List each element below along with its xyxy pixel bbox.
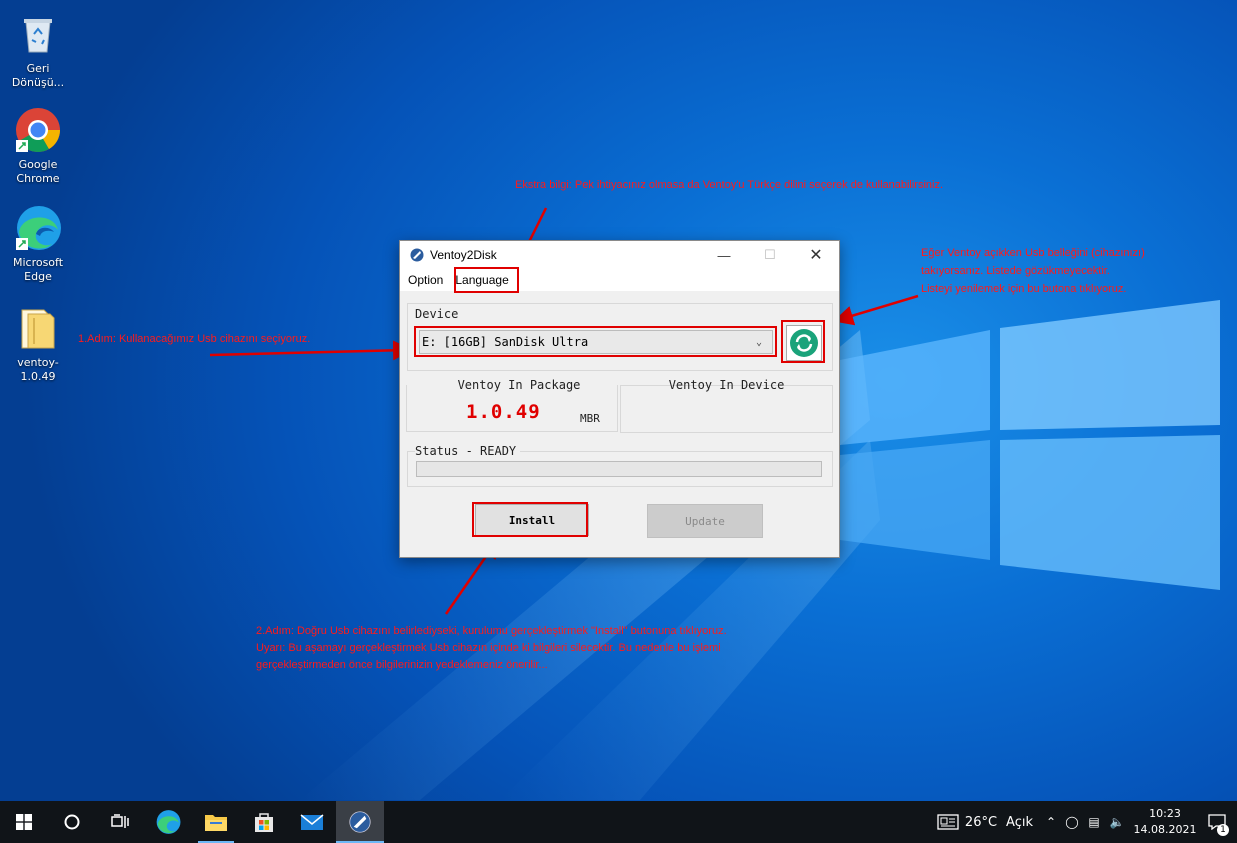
taskbar-edge[interactable]: [144, 801, 192, 843]
taskbar-file-explorer[interactable]: [192, 801, 240, 843]
desktop-icon-label: Geri Dönüşü...: [11, 62, 65, 89]
chrome-icon: [14, 106, 62, 154]
window-titlebar[interactable]: Ventoy2Disk — ☐ ✕: [400, 241, 839, 269]
taskbar-store[interactable]: [240, 801, 288, 843]
status-label: Status - READY: [415, 444, 521, 458]
desktop-icon-label: Google Chrome: [16, 158, 60, 185]
annotation-bottom-line-2: Uyarı: Bu aşamayı gerçekleştirmek Usb ci…: [256, 642, 721, 654]
annotation-top: Ekstra bilgi: Pek ihtiyacınız olmasa da …: [515, 179, 944, 191]
ventoy-package-style: MBR: [580, 412, 600, 425]
ventoy-app-icon: [410, 248, 424, 262]
ventoy-device-group: [620, 385, 833, 433]
ventoy-device-label: Ventoy In Device: [668, 378, 785, 392]
highlight-device: [414, 326, 777, 357]
weather-text: Açık: [1006, 814, 1033, 830]
desktop-icon-label: ventoy-1.0.49: [17, 356, 59, 383]
show-hidden-icons[interactable]: ⌃: [1041, 815, 1061, 829]
windows-logo-wallpaper: [840, 300, 1220, 590]
ventoy-package-version: 1.0.49: [466, 401, 541, 423]
taskbar-ventoy[interactable]: [336, 801, 384, 843]
notification-badge: 1: [1217, 824, 1229, 836]
highlight-refresh: [781, 320, 825, 363]
update-button-label: Update: [685, 514, 725, 528]
meet-now-icon[interactable]: ◯: [1061, 815, 1083, 829]
desktop-icon-ventoy-folder[interactable]: ventoy-1.0.49: [0, 304, 76, 384]
annotation-right-line-1: Eğer Ventoy açıkken Usb belleğini (cihaz…: [921, 247, 1145, 259]
network-icon[interactable]: ▤: [1083, 815, 1105, 829]
task-view-button[interactable]: [96, 801, 144, 843]
ventoy-app-icon: [349, 811, 371, 833]
minimize-button[interactable]: —: [701, 241, 747, 269]
highlight-install: [472, 502, 588, 537]
taskbar-mail[interactable]: [288, 801, 336, 843]
desktop-icon-recycle-bin[interactable]: Geri Dönüşü...: [0, 10, 76, 90]
weather-temp: 26°C: [964, 814, 998, 830]
device-label: Device: [415, 307, 459, 321]
annotation-right: Eğer Ventoy açıkken Usb belleğini (cihaz…: [921, 246, 1145, 297]
edge-icon: [14, 204, 62, 252]
clock[interactable]: 10:23 14.08.2021: [1133, 806, 1197, 838]
search-circle-icon: [64, 814, 80, 830]
desktop-icon-label: Microsoft Edge: [12, 256, 64, 283]
highlight-language: [454, 267, 519, 293]
progress-bar: [416, 461, 822, 477]
clock-time: 10:23: [1149, 807, 1181, 820]
mail-icon: [300, 814, 324, 830]
recycle-bin-icon: [14, 10, 62, 58]
maximize-button[interactable]: ☐: [747, 241, 793, 269]
window-title: Ventoy2Disk: [430, 248, 497, 262]
clock-date: 14.08.2021: [1133, 823, 1197, 836]
close-button[interactable]: ✕: [793, 241, 839, 269]
store-icon: [255, 813, 273, 832]
volume-icon[interactable]: 🔈: [1105, 815, 1129, 829]
arrow-to-device: [209, 340, 413, 361]
folder-icon: [205, 815, 227, 831]
annotation-bottom-line-3: gerçekleştirmeden önce bilgilerinizin ye…: [256, 659, 548, 671]
annotation-right-line-3: Listeyi yenilemek için bu butona tıklıyo…: [921, 283, 1127, 295]
annotation-bottom-line-1: 2.Adım: Doğru Usb cihazını belirlediysek…: [256, 625, 727, 637]
news-icon: [937, 814, 959, 830]
notification-center-button[interactable]: 1: [1197, 801, 1237, 843]
annotation-right-line-2: takıyorsanız. Listede gözükmeyecektir.: [921, 265, 1110, 277]
taskbar: 26°C Açık ⌃ ◯ ▤ 🔈 10:23 14.08.2021 1: [0, 801, 1237, 843]
ventoy-package-label: Ventoy In Package: [457, 378, 581, 392]
windows-start-icon: [16, 814, 32, 830]
folder-icon: [14, 304, 62, 352]
task-view-icon: [111, 814, 129, 828]
search-button[interactable]: [48, 801, 96, 843]
menu-option[interactable]: Option: [404, 273, 447, 287]
annotation-left: 1.Adım: Kullanacağımız Usb cihazını seçi…: [78, 333, 311, 345]
start-button[interactable]: [0, 801, 48, 843]
desktop-icon-chrome[interactable]: Google Chrome: [0, 106, 76, 186]
desktop-icon-edge[interactable]: Microsoft Edge: [0, 204, 76, 284]
edge-icon: [156, 810, 181, 834]
update-button[interactable]: Update: [647, 504, 763, 538]
annotation-bottom: 2.Adım: Doğru Usb cihazını belirlediysek…: [256, 623, 727, 674]
weather-widget[interactable]: 26°C Açık: [937, 814, 1033, 830]
